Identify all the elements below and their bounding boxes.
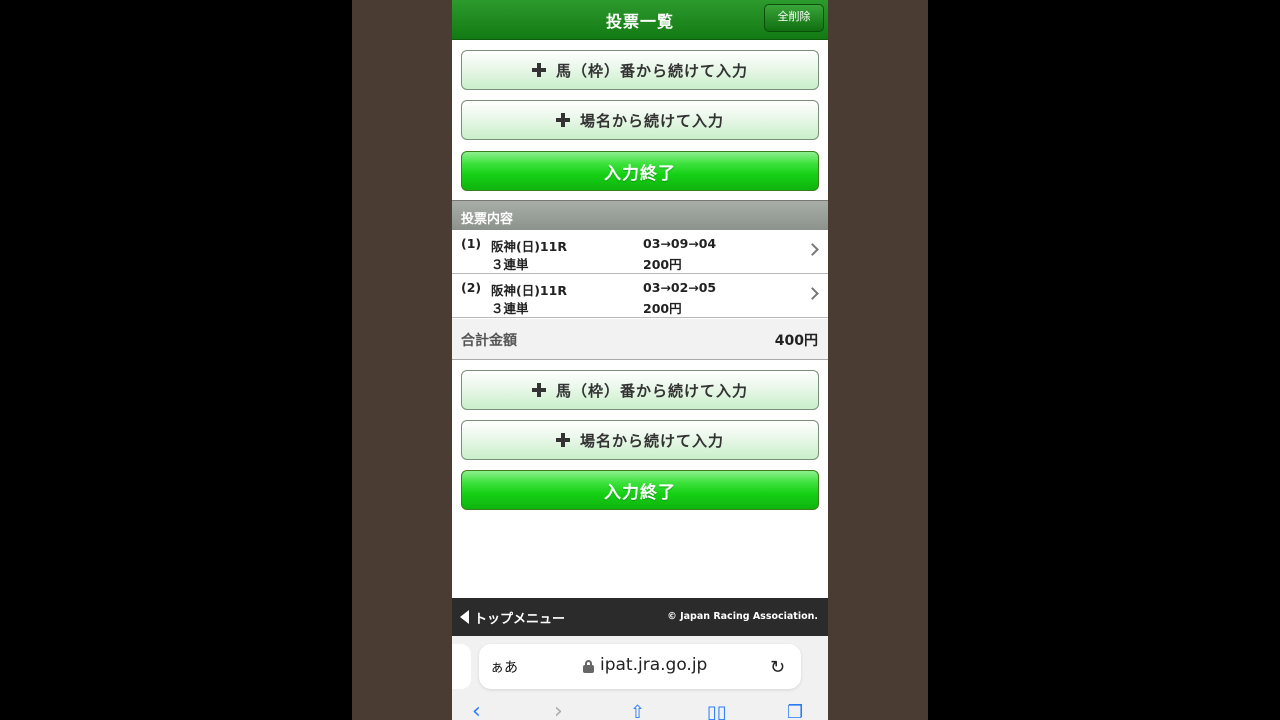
plus-icon bbox=[555, 433, 570, 447]
bet-race: 阪神(日)11R bbox=[491, 239, 567, 254]
clear-all-button[interactable]: 全削除 bbox=[764, 4, 824, 32]
total-amount-row: 合計金額 400円 bbox=[452, 319, 828, 360]
horse-number-entry-button-top[interactable]: 馬（枠）番から続けて入力 bbox=[461, 50, 819, 90]
bet-combination: 03→09→04 bbox=[643, 236, 717, 251]
back-icon[interactable]: ‹ bbox=[472, 699, 481, 720]
url-text: ipat.jra.go.jp bbox=[600, 655, 708, 675]
plus-icon bbox=[531, 63, 546, 77]
bet-combination: 03→02→05 bbox=[643, 280, 717, 295]
total-value: 400円 bbox=[774, 333, 818, 349]
venue-entry-button-bottom[interactable]: 場名から続けて入力 bbox=[461, 420, 819, 460]
lock-icon bbox=[583, 660, 594, 673]
bet-contents-header: 投票内容 bbox=[452, 200, 828, 230]
bet-type: ３連単 bbox=[491, 301, 529, 316]
phone-screen: 投票一覧 全削除 馬（枠）番から続けて入力 場名から続けて入力 入力終了 投票内… bbox=[452, 0, 828, 720]
bet-amount: 200円 bbox=[643, 301, 682, 316]
plus-icon bbox=[555, 113, 570, 127]
top-menu-link[interactable]: トップメニュー bbox=[474, 608, 565, 627]
browser-toolbar: ぁあ ipat.jra.go.jp ↻ ‹ › ⇧ ▯▯ ❐ bbox=[452, 636, 828, 720]
finish-entry-label: 入力終了 bbox=[604, 163, 676, 184]
bet-row[interactable]: (2) 阪神(日)11R ３連単 03→02→05 200円 bbox=[452, 275, 828, 318]
tabs-icon[interactable]: ❐ bbox=[787, 702, 803, 720]
finish-entry-label: 入力終了 bbox=[604, 482, 676, 503]
share-icon[interactable]: ⇧ bbox=[630, 702, 645, 720]
venue-entry-label: 場名から続けて入力 bbox=[579, 431, 724, 450]
horse-number-entry-label: 馬（枠）番から続けて入力 bbox=[555, 61, 748, 80]
bet-number: (2) bbox=[461, 280, 482, 295]
triangle-left-icon bbox=[460, 610, 469, 624]
footer-bar: トップメニュー © Japan Racing Association. bbox=[452, 598, 828, 636]
bet-type: ３連単 bbox=[491, 257, 529, 272]
forward-icon[interactable]: › bbox=[554, 699, 563, 720]
chevron-right-icon bbox=[806, 243, 819, 256]
text-size-button[interactable]: ぁあ bbox=[490, 657, 518, 677]
header-bar: 投票一覧 全削除 bbox=[452, 0, 828, 40]
venue-entry-label: 場名から続けて入力 bbox=[579, 111, 724, 130]
address-bar[interactable]: ぁあ ipat.jra.go.jp ↻ bbox=[479, 644, 801, 689]
bet-amount: 200円 bbox=[643, 257, 682, 272]
bet-row[interactable]: (1) 阪神(日)11R ３連単 03→09→04 200円 bbox=[452, 231, 828, 274]
plus-icon bbox=[531, 383, 546, 397]
venue-entry-button-top[interactable]: 場名から続けて入力 bbox=[461, 100, 819, 140]
bookmarks-icon[interactable]: ▯▯ bbox=[707, 702, 727, 720]
copyright-text: © Japan Racing Association. bbox=[667, 611, 818, 622]
horse-number-entry-label: 馬（枠）番から続けて入力 bbox=[555, 381, 748, 400]
bet-race: 阪神(日)11R bbox=[491, 283, 567, 298]
horse-number-entry-button-bottom[interactable]: 馬（枠）番から続けて入力 bbox=[461, 370, 819, 410]
chevron-right-icon bbox=[806, 287, 819, 300]
finish-entry-button-top[interactable]: 入力終了 bbox=[461, 151, 819, 191]
reload-icon[interactable]: ↻ bbox=[770, 657, 785, 678]
total-label: 合計金額 bbox=[461, 333, 517, 349]
previous-tab-preview[interactable] bbox=[452, 644, 471, 689]
bet-number: (1) bbox=[461, 236, 482, 251]
finish-entry-button-bottom[interactable]: 入力終了 bbox=[461, 470, 819, 510]
